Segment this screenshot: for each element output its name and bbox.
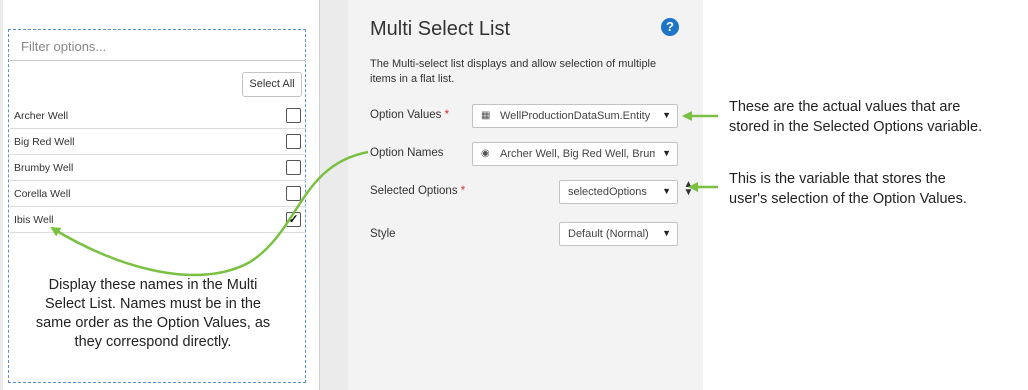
filter-options-input[interactable]: Filter options... (10, 31, 306, 61)
option-values-label: Option Values * (370, 109, 449, 121)
property-label-text: Option Values (370, 109, 442, 121)
chevron-down-icon: ▼ (662, 228, 671, 238)
property-label-text: Option Names (370, 147, 444, 159)
list-item[interactable]: Corella Well (10, 181, 306, 207)
question-circle-icon[interactable]: ? (661, 18, 679, 36)
option-checkbox-checked[interactable]: ✓ (286, 212, 301, 227)
style-label: Style (370, 228, 396, 240)
required-mark: * (444, 109, 450, 121)
option-label: Corella Well (14, 188, 71, 200)
style-dropdown[interactable]: Default (Normal) ▼ (559, 222, 678, 246)
option-names-label: Option Names (370, 147, 444, 159)
selected-options-label: Selected Options * (370, 185, 465, 197)
annotation-line: same order as the Option Values, as (35, 315, 271, 331)
option-checkbox[interactable] (286, 186, 301, 201)
selected-options-annotation: This is the variable that stores the use… (729, 169, 967, 209)
variable-direction-icon[interactable]: ▲ ▼ (683, 180, 694, 198)
option-label: Brumby Well (14, 162, 74, 174)
dropdown-value: WellProductionDataSum.Entity (500, 110, 650, 122)
selected-options-dropdown[interactable]: selectedOptions ▼ (559, 180, 678, 204)
annotation-line: Display these names in the Multi (48, 277, 258, 293)
property-label-text: Style (370, 228, 396, 240)
option-label: Ibis Well (14, 214, 54, 226)
annotation-line: user's selection of the Option Values. (729, 191, 967, 207)
table-icon: ▦ (481, 110, 491, 121)
annotation-line: they correspond directly. (74, 334, 232, 350)
option-names-dropdown[interactable]: ◉ Archer Well, Big Red Well, Brum... ▼ (472, 142, 678, 166)
list-item[interactable]: Archer Well (10, 103, 306, 129)
chevron-down-icon: ▼ (662, 148, 671, 158)
chevron-down-icon: ▼ (662, 186, 671, 196)
required-mark: * (460, 185, 466, 197)
panel-description: The Multi-select list displays and allow… (370, 58, 657, 85)
option-values-annotation: These are the actual values that are sto… (729, 97, 982, 137)
chevron-down-icon: ▼ (662, 110, 671, 120)
property-label-text: Selected Options (370, 185, 458, 197)
list-item[interactable]: Ibis Well ✓ (10, 207, 306, 233)
list-item[interactable]: Brumby Well (10, 155, 306, 181)
panel-title: Multi Select List (370, 18, 511, 40)
option-checkbox[interactable] (286, 160, 301, 175)
option-label: Archer Well (14, 110, 69, 122)
annotation-line: These are the actual values that are (729, 99, 961, 115)
option-checkbox[interactable] (286, 134, 301, 149)
option-label: Big Red Well (14, 136, 75, 148)
option-names-annotation: Display these names in the Multi Select … (18, 276, 288, 352)
option-checkbox[interactable] (286, 108, 301, 123)
dropdown-value: Archer Well, Big Red Well, Brum... (500, 148, 655, 160)
annotation-line: Select List. Names must be in the (45, 296, 261, 312)
annotation-line: This is the variable that stores the (729, 171, 946, 187)
select-all-button[interactable]: Select All (242, 72, 302, 97)
dropdown-value: selectedOptions (568, 186, 647, 198)
radio-icon: ◉ (481, 148, 490, 159)
option-values-dropdown[interactable]: ▦ WellProductionDataSum.Entity ▼ (472, 104, 678, 128)
dropdown-value: Default (Normal) (568, 228, 649, 240)
annotation-line: stored in the Selected Options variable. (729, 119, 983, 135)
list-item[interactable]: Big Red Well (10, 129, 306, 155)
